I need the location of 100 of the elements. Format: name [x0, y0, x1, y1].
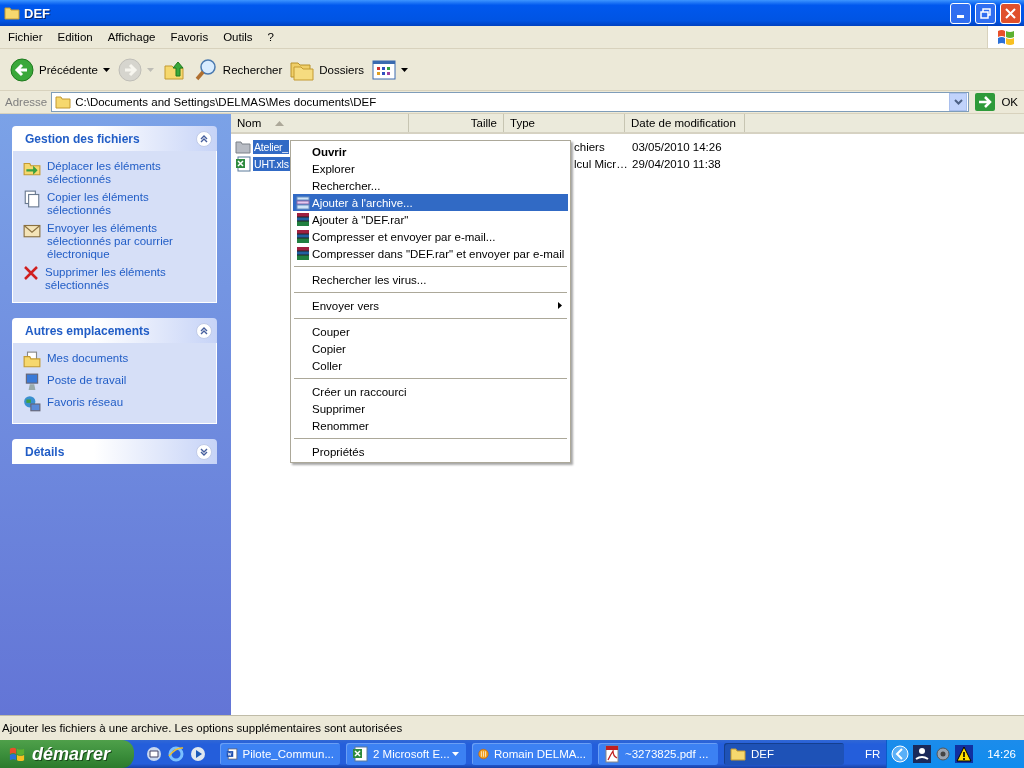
file-name[interactable]: UHT.xls: [253, 156, 290, 171]
taskbar-button[interactable]: ~3273825.pdf ...: [598, 743, 718, 765]
pane-header[interactable]: Autres emplacements: [12, 318, 217, 343]
pages-icon: [23, 190, 41, 208]
back-button[interactable]: Précédente: [6, 53, 114, 86]
taskbar-button[interactable]: Romain DELMA...: [472, 743, 592, 765]
start-button[interactable]: démarrer: [0, 740, 134, 768]
context-menu-item[interactable]: Ajouter à l'archive...: [293, 194, 568, 211]
delete-icon: [23, 265, 39, 281]
chevron-down-icon: [953, 99, 963, 105]
close-icon: [1005, 7, 1016, 19]
round-icon: [478, 746, 489, 762]
archive-books-icon: [295, 245, 311, 262]
archive-books-icon: [295, 211, 311, 228]
context-menu-item[interactable]: Renommer: [293, 417, 568, 434]
taskbar-button[interactable]: Pilote_Commun...: [220, 743, 340, 765]
collapse-chevron-icon[interactable]: [196, 322, 212, 339]
context-menu-item[interactable]: Coller: [293, 357, 568, 374]
task-link[interactable]: Déplacer les éléments sélectionnés: [47, 159, 206, 186]
restore-icon: [980, 7, 991, 19]
context-menu-item[interactable]: Couper: [293, 323, 568, 340]
spreadsheet-icon: [235, 155, 251, 172]
search-button[interactable]: Rechercher: [189, 53, 287, 86]
status-text: Ajouter les fichiers à une archive. Les options supplémentaires sont autorisées: [2, 722, 403, 734]
task-link[interactable]: Supprimer les éléments sélectionnés: [45, 265, 206, 292]
file-date: 03/05/2010 14:26: [631, 140, 723, 153]
task-link[interactable]: Copier les éléments sélectionnés: [47, 190, 206, 217]
context-menu-item[interactable]: Créer un raccourci: [293, 383, 568, 400]
file-name[interactable]: Atelier_: [253, 139, 289, 154]
dropdown-button[interactable]: [949, 93, 968, 111]
mail-launcher-icon[interactable]: [146, 746, 162, 762]
restore-button[interactable]: [975, 2, 996, 24]
document-icon: [226, 746, 238, 762]
media-player-icon[interactable]: [190, 746, 206, 762]
column-header[interactable]: Type: [504, 114, 625, 132]
folder-icon: [730, 746, 746, 762]
menu-item[interactable]: Fichier: [0, 31, 50, 43]
menu-item[interactable]: Favoris: [162, 31, 216, 43]
speaker-icon[interactable]: [935, 746, 952, 762]
context-menu-item[interactable]: Compresser et envoyer par e-mail...: [293, 228, 568, 245]
dropdown-caret-icon: [146, 67, 154, 72]
expand-chevron-icon[interactable]: [196, 443, 212, 460]
context-menu-item[interactable]: Ajouter à "DEF.rar": [293, 211, 568, 228]
network-globe-icon: [23, 395, 41, 413]
language-indicator[interactable]: FR: [864, 748, 887, 760]
column-header[interactable]: Taille: [409, 114, 504, 132]
documents-folder-icon: [23, 351, 41, 369]
search-icon: [193, 57, 218, 82]
pdf-document-icon: [604, 745, 620, 763]
menu-item[interactable]: Affichage: [99, 31, 163, 43]
column-header[interactable]: Date de modification: [625, 114, 745, 132]
context-menu-item[interactable]: Supprimer: [293, 400, 568, 417]
taskbar-button[interactable]: DEF: [724, 743, 844, 765]
address-field[interactable]: C:\Documents and Settings\DELMAS\Mes documents\DEF: [51, 92, 970, 112]
context-menu-item[interactable]: Rechercher les virus...: [293, 271, 568, 288]
context-menu-item[interactable]: Ouvrir: [293, 143, 568, 160]
menu-item[interactable]: Outils: [215, 31, 260, 43]
collapse-chevron-icon[interactable]: [196, 130, 212, 147]
spreadsheet-icon: [352, 746, 368, 762]
folders-button[interactable]: Dossiers: [286, 53, 368, 86]
warning-icon[interactable]: [955, 745, 974, 763]
dropdown-caret-icon: [401, 67, 408, 72]
context-menu-item[interactable]: Explorer: [293, 160, 568, 177]
go-button[interactable]: OK: [973, 93, 1024, 111]
task-link[interactable]: Favoris réseau: [47, 395, 124, 409]
archive-icon: [295, 194, 311, 211]
window-title: DEF: [24, 5, 51, 21]
context-menu-item[interactable]: Compresser dans "DEF.rar" et envoyer par e-mail: [293, 245, 568, 262]
connection-icon[interactable]: [913, 745, 932, 763]
pane-header[interactable]: Détails: [12, 439, 217, 464]
submenu-arrow-icon: [558, 302, 562, 309]
task-link[interactable]: Poste de travail: [47, 373, 127, 387]
pane-header[interactable]: Gestion des fichiers: [12, 126, 217, 151]
dropdown-caret-icon: [102, 67, 110, 72]
task-link[interactable]: Envoyer les éléments sélectionnés par courrier électronique: [47, 221, 206, 261]
minimize-button[interactable]: [950, 2, 971, 24]
task-link[interactable]: Mes documents: [47, 351, 129, 365]
file-type: chiers: [573, 140, 606, 153]
taskbar-button[interactable]: 2 Microsoft E...: [346, 743, 466, 765]
close-button[interactable]: [1000, 2, 1021, 24]
minimize-icon: [957, 15, 964, 18]
file-date: 29/04/2010 11:38: [631, 157, 722, 170]
folder-icon: [55, 94, 72, 110]
file-type: lcul Micr…: [573, 157, 625, 170]
windows-flag-logo: [8, 746, 26, 762]
clock: 14:26: [986, 748, 1016, 760]
folder-icon: [235, 138, 251, 155]
menu-item[interactable]: Edition: [49, 31, 100, 43]
folder-icon: [4, 5, 20, 21]
menu-item[interactable]: ?: [259, 31, 281, 43]
context-menu-item[interactable]: Rechercher...: [293, 177, 568, 194]
computer-icon: [23, 373, 41, 391]
browser-icon[interactable]: [168, 746, 184, 762]
sort-arrow-icon: [275, 120, 285, 126]
dropdown-caret-icon: [452, 752, 459, 756]
windows-flag-logo: [996, 28, 1016, 46]
context-menu-item[interactable]: Copier: [293, 340, 568, 357]
context-menu-item[interactable]: Propriétés: [293, 443, 568, 460]
context-menu-item[interactable]: Envoyer vers: [293, 297, 568, 314]
column-header[interactable]: Nom: [231, 114, 409, 132]
